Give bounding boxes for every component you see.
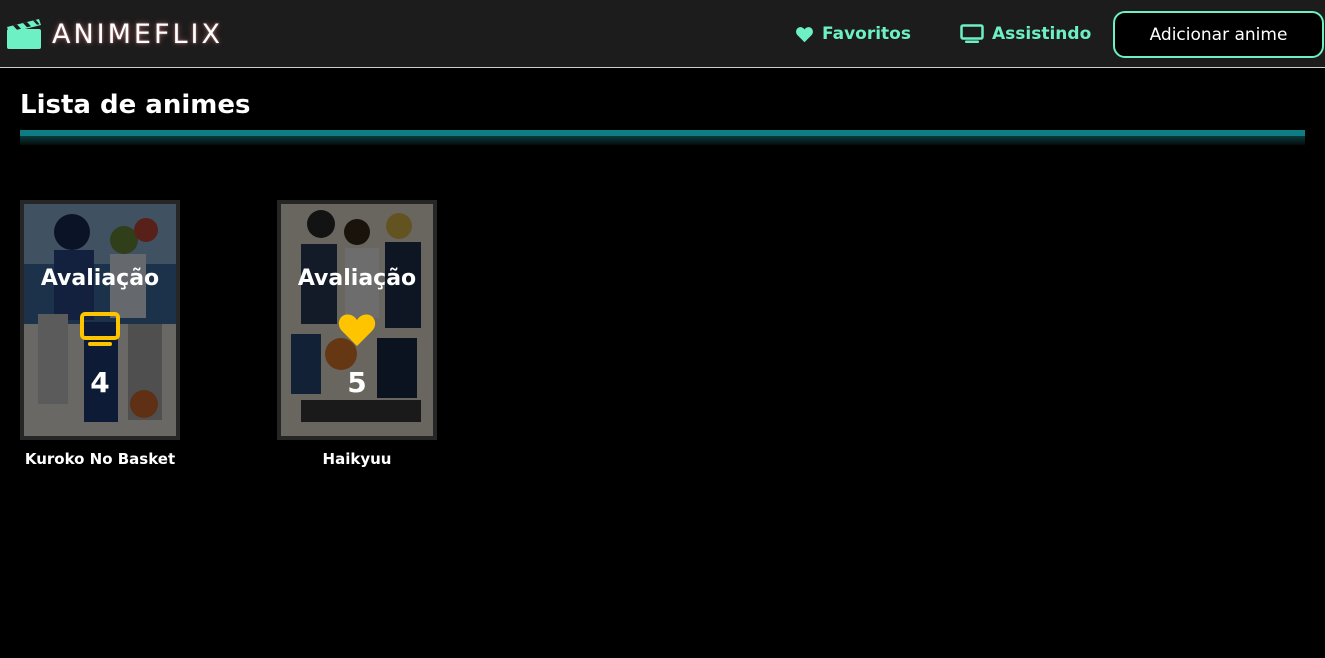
anime-card-haikyuu[interactable]: Avaliação 5 Haikyuu xyxy=(277,200,437,468)
clapperboard-icon xyxy=(7,19,41,49)
brand-logo[interactable]: ANIMEFLIX xyxy=(6,14,223,54)
heart-icon xyxy=(796,26,813,42)
top-navbar: ANIMEFLIX Favoritos Assistindo Adicionar… xyxy=(0,0,1325,68)
nav-favoritos[interactable]: Favoritos xyxy=(795,20,911,48)
anime-card-kuroko[interactable]: Avaliação 4 Kuroko No Basket xyxy=(20,200,180,468)
rating-value: 5 xyxy=(347,366,367,399)
heart-icon xyxy=(338,314,376,346)
nav-favoritos-label: Favoritos xyxy=(822,24,911,44)
anime-poster[interactable]: Avaliação 4 xyxy=(20,200,180,440)
tv-icon xyxy=(960,24,984,43)
anime-title[interactable]: Kuroko No Basket xyxy=(20,450,180,468)
page-title: Lista de animes xyxy=(20,90,251,120)
add-anime-button[interactable]: Adicionar anime xyxy=(1113,11,1324,58)
rating-label: Avaliação xyxy=(297,266,417,291)
title-underline-shadow xyxy=(20,136,1305,145)
brand-name: ANIMEFLIX xyxy=(52,18,224,50)
nav-assistindo-label: Assistindo xyxy=(992,24,1092,44)
rating-label: Avaliação xyxy=(40,266,160,291)
anime-poster[interactable]: Avaliação 5 xyxy=(277,200,437,440)
tv-icon xyxy=(80,312,120,346)
nav-assistindo[interactable]: Assistindo xyxy=(960,20,1091,48)
rating-value: 4 xyxy=(90,366,110,399)
anime-title[interactable]: Haikyuu xyxy=(277,450,437,468)
